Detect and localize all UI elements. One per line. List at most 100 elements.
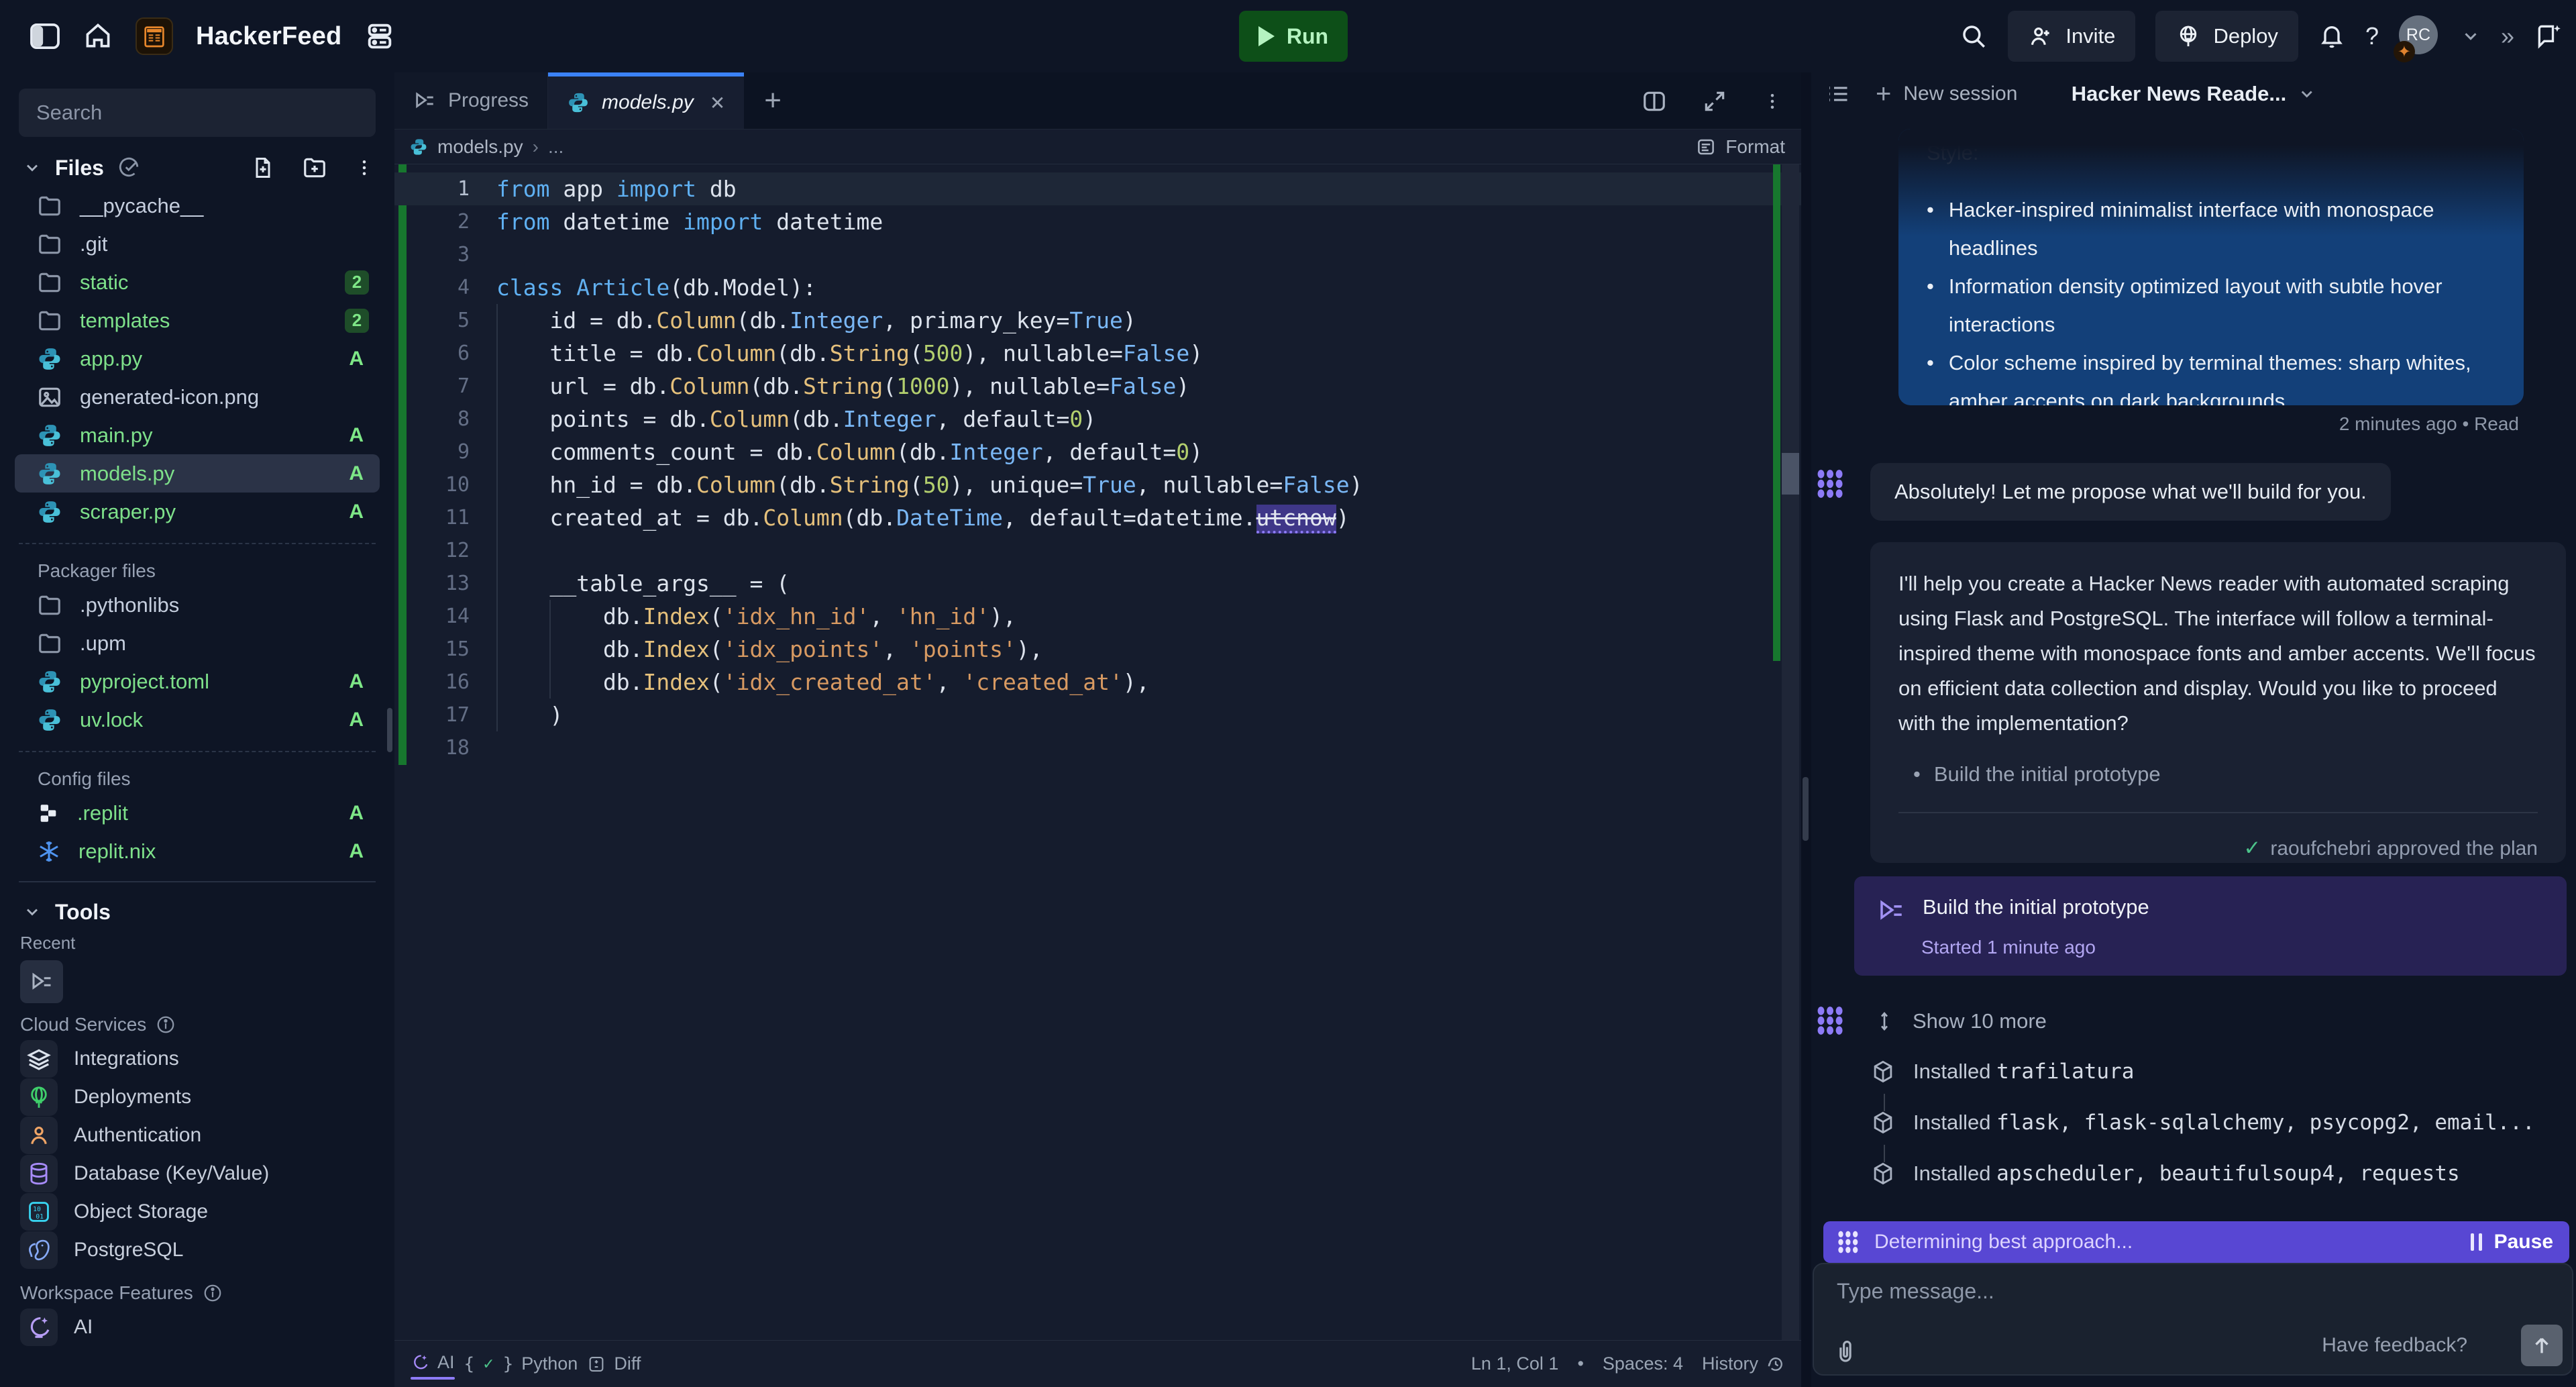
file-row--pythonlibs[interactable]: .pythonlibs <box>15 586 380 624</box>
sidebar-item-integrations[interactable]: Integrations <box>0 1039 394 1078</box>
code-line-13[interactable]: 13 __table_args__ = ( <box>394 567 1801 600</box>
format-button[interactable]: Format <box>1696 136 1785 158</box>
sidebar-toggle-icon[interactable] <box>30 23 60 50</box>
new-chat-icon[interactable] <box>2534 21 2564 51</box>
code-area[interactable]: 1from app import db2from datetime import… <box>394 164 1801 1340</box>
pane-divider[interactable] <box>1801 72 1811 1387</box>
code-line-12[interactable]: 12 <box>394 534 1801 567</box>
project-app-icon[interactable] <box>136 17 173 55</box>
new-folder-icon[interactable] <box>302 155 327 181</box>
chat-input-box[interactable]: Have feedback? <box>1813 1263 2573 1376</box>
new-file-icon[interactable] <box>251 156 275 180</box>
code-line-18[interactable]: 18 <box>394 731 1801 764</box>
editor-kebab-menu-icon[interactable] <box>1762 91 1782 111</box>
status-ai-toggle[interactable]: AI <box>411 1352 455 1376</box>
sidebar-item-deployments[interactable]: Deployments <box>0 1078 394 1116</box>
account-avatar[interactable]: RC ✦ <box>2399 15 2440 57</box>
recent-agent-tool-button[interactable] <box>20 960 63 1003</box>
task-card[interactable]: Build the initial prototype Started 1 mi… <box>1854 876 2567 976</box>
split-pane-icon[interactable] <box>1642 89 1667 114</box>
send-button[interactable] <box>2521 1325 2563 1366</box>
file-row--pycache-[interactable]: __pycache__ <box>15 187 380 225</box>
feedback-link[interactable]: Have feedback? <box>2322 1334 2467 1357</box>
run-button[interactable]: Run <box>1239 11 1348 62</box>
postgres-icon <box>20 1231 58 1269</box>
home-icon[interactable] <box>83 21 113 51</box>
tab-close-icon[interactable]: ✕ <box>710 92 725 114</box>
help-icon[interactable]: ? <box>2365 22 2379 50</box>
repl-resources-icon[interactable] <box>364 21 395 52</box>
tab-progress[interactable]: Progress <box>394 72 548 129</box>
pause-button[interactable]: Pause <box>2471 1231 2553 1253</box>
attachment-paperclip-icon[interactable] <box>1833 1338 1858 1364</box>
search-input[interactable] <box>36 101 358 125</box>
session-title-dropdown[interactable]: Hacker News Reade... <box>2072 82 2316 106</box>
expand-icon[interactable] <box>1702 89 1727 114</box>
session-list-icon[interactable] <box>1826 82 1850 106</box>
file-row-app-py[interactable]: app.pyA <box>15 340 380 378</box>
collapse-panel-icon[interactable]: » <box>2501 22 2514 50</box>
sidebar-scrollbar[interactable] <box>387 708 392 752</box>
sidebar-item-ai[interactable]: AI <box>0 1308 394 1346</box>
tools-header[interactable]: Tools <box>0 893 394 931</box>
status-cursor-position[interactable]: Ln 1, Col 1 <box>1471 1353 1559 1374</box>
file-row-scraper-py[interactable]: scraper.pyA <box>15 493 380 531</box>
deploy-button[interactable]: Deploy <box>2155 11 2298 62</box>
breadcrumb-more[interactable]: ... <box>548 136 564 158</box>
breadcrumb-file[interactable]: models.py <box>437 136 523 158</box>
file-row-uv-lock[interactable]: uv.lockA <box>15 701 380 739</box>
check-circle-icon[interactable] <box>117 156 140 179</box>
code-line-16[interactable]: 16 db.Index('idx_created_at', 'created_a… <box>394 666 1801 699</box>
status-indentation[interactable]: Spaces: 4 <box>1603 1353 1683 1374</box>
notifications-bell-icon[interactable] <box>2318 23 2345 50</box>
code-line-7[interactable]: 7 url = db.Column(db.String(1000), nulla… <box>394 370 1801 403</box>
sidebar-item-database-key-value-[interactable]: Database (Key/Value) <box>0 1154 394 1192</box>
cloud-info-icon[interactable] <box>156 1015 176 1035</box>
code-line-2[interactable]: 2from datetime import datetime <box>394 205 1801 238</box>
show-more-button[interactable]: Show 10 more <box>1874 1009 2047 1033</box>
new-tab-button[interactable]: + <box>744 72 802 129</box>
editor-scrollbar-track[interactable] <box>1782 164 1799 1340</box>
code-line-14[interactable]: 14 db.Index('idx_hn_id', 'hn_id'), <box>394 600 1801 633</box>
person-plus-icon <box>2028 23 2053 49</box>
code-line-4[interactable]: 4class Article(db.Model): <box>394 271 1801 304</box>
code-line-11[interactable]: 11 created_at = db.Column(db.DateTime, d… <box>394 501 1801 534</box>
file-row-templates[interactable]: templates2 <box>15 301 380 340</box>
code-line-10[interactable]: 10 hn_id = db.Column(db.String(50), uniq… <box>394 468 1801 501</box>
tab-models-py[interactable]: models.py ✕ <box>548 72 744 129</box>
file-row-generated-icon-png[interactable]: generated-icon.png <box>15 378 380 416</box>
file-row-replit-nix[interactable]: replit.nixA <box>15 832 380 870</box>
sidebar-item-authentication[interactable]: Authentication <box>0 1116 394 1154</box>
code-line-9[interactable]: 9 comments_count = db.Column(db.Integer,… <box>394 435 1801 468</box>
files-kebab-menu-icon[interactable] <box>354 158 374 178</box>
code-line-1[interactable]: 1from app import db <box>394 172 1801 205</box>
status-diff-button[interactable]: Diff <box>587 1353 641 1374</box>
code-line-15[interactable]: 15 db.Index('idx_points', 'points'), <box>394 633 1801 666</box>
account-chevron-down-icon[interactable] <box>2461 26 2481 46</box>
code-line-5[interactable]: 5 id = db.Column(db.Integer, primary_key… <box>394 304 1801 337</box>
file-row-static[interactable]: static2 <box>15 263 380 301</box>
file-row-pyproject-toml[interactable]: pyproject.tomlA <box>15 662 380 701</box>
editor-scrollbar-thumb[interactable] <box>1782 453 1799 495</box>
file-row-models-py[interactable]: models.pyA <box>15 454 380 493</box>
file-row--git[interactable]: .git <box>15 225 380 263</box>
invite-button[interactable]: Invite <box>2008 11 2135 62</box>
sidebar-item-postgresql[interactable]: PostgreSQL <box>0 1231 394 1269</box>
workspace-info-icon[interactable] <box>203 1283 223 1303</box>
files-chevron-down-icon[interactable] <box>23 158 42 177</box>
code-line-8[interactable]: 8 points = db.Column(db.Integer, default… <box>394 403 1801 435</box>
new-session-button[interactable]: + New session <box>1876 79 2017 109</box>
search-box[interactable] <box>19 89 376 137</box>
code-line-17[interactable]: 17 ) <box>394 699 1801 731</box>
file-row-main-py[interactable]: main.pyA <box>15 416 380 454</box>
search-icon[interactable] <box>1960 22 1988 50</box>
file-row--upm[interactable]: .upm <box>15 624 380 662</box>
code-line-6[interactable]: 6 title = db.Column(db.String(500), null… <box>394 337 1801 370</box>
chat-scrollbar-thumb[interactable] <box>1803 777 1809 841</box>
sidebar-item-object-storage[interactable]: 1001Object Storage <box>0 1192 394 1231</box>
code-line-3[interactable]: 3 <box>394 238 1801 271</box>
chat-message-input[interactable] <box>1837 1279 2440 1304</box>
status-history-button[interactable]: History <box>1702 1353 1785 1374</box>
file-row--replit[interactable]: .replitA <box>15 794 380 832</box>
status-language[interactable]: {✓} Python <box>464 1353 578 1374</box>
